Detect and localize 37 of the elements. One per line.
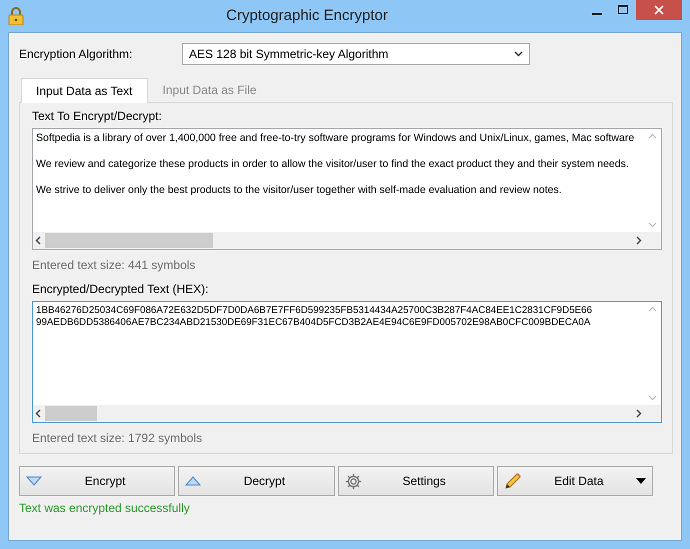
up-triangle-icon: [185, 476, 202, 486]
text-line: We strive to deliver only the best products to the visitor/user together with self-made evaluation and review notes.: [36, 184, 563, 197]
action-button[interactable]: Decrypt: [178, 466, 334, 496]
algorithm-label: Encryption Algorithm:: [19, 46, 134, 63]
padlock-icon: [8, 7, 24, 25]
pencil-icon: [504, 472, 522, 490]
settings-icon: [344, 472, 362, 490]
action-button[interactable]: Edit Data: [496, 466, 653, 496]
window-title: Cryptographic Encryptor: [225, 6, 389, 26]
tab[interactable]: Input Data as Text: [21, 78, 148, 103]
close-icon: [654, 5, 664, 15]
horizontal-scrollbar[interactable]: [33, 232, 644, 249]
vertical-scrollbar[interactable]: [644, 129, 661, 232]
action-button[interactable]: Encrypt: [19, 466, 176, 496]
hex-line: 99AEDB6DD5386406AE7BC234ABD21530DE69F31EC67B404D5FCD3B2AE4E94C6E9FD005702E98AB0CFC009BDECA0A: [36, 317, 592, 329]
dropdown-caret-icon: [636, 478, 646, 484]
minimize-icon: [592, 13, 602, 15]
action-button[interactable]: Settings: [338, 466, 494, 496]
horizontal-scrollbar[interactable]: [33, 405, 644, 422]
algorithm-dropdown[interactable]: AES 128 bit Symmetric-key Algorithm: [182, 43, 530, 65]
hex-line: 1BB46276D25034C69F086A72E632D5DF7D0DA6B7E7FF6D599235FB5314434A25700C3B287F4AC84EE1C2831CF9D5E66: [36, 305, 594, 317]
close-button[interactable]: [636, 0, 682, 20]
input-label: Text To Encrypt/Decrypt:: [32, 108, 163, 125]
hex-text-area[interactable]: 1BB46276D25034C69F086A72E632D5DF7D0DA6B7E7FF6D599235FB5314434A25700C3B287F4AC84EE1C2831CF9D5E66 99AEDB6DD5386406AE7BC234ABD21530DE69F31EC67B404D5FCD3B2AE4E94C6E9FD005702E98AB0CFC009BDECA0A: [32, 301, 662, 423]
maximize-icon: [618, 5, 628, 15]
scroll-thumb[interactable]: [45, 233, 213, 248]
text-line: We review and categorize these products in order to allow the visitor/user to find the exact product they and their system needs.: [36, 158, 630, 171]
text-size-label: Entered text size: 1792 symbols: [32, 430, 204, 447]
status-message: Text was encrypted successfully: [19, 500, 191, 517]
down-triangle-icon: [26, 476, 42, 486]
input-text-area[interactable]: [32, 128, 662, 250]
text-line: Softpedia is a library of over 1,400,000 free and free-to-try software programs for Windows and Unix/Linux, games, Mac software: [36, 132, 636, 145]
chevron-down-icon: [514, 51, 523, 57]
text-size-label: Entered text size: 441 symbols: [32, 257, 196, 274]
vertical-scrollbar[interactable]: [644, 302, 661, 405]
output-label: Encrypted/Decrypted Text (HEX):: [32, 281, 210, 298]
scroll-thumb[interactable]: [45, 406, 97, 421]
